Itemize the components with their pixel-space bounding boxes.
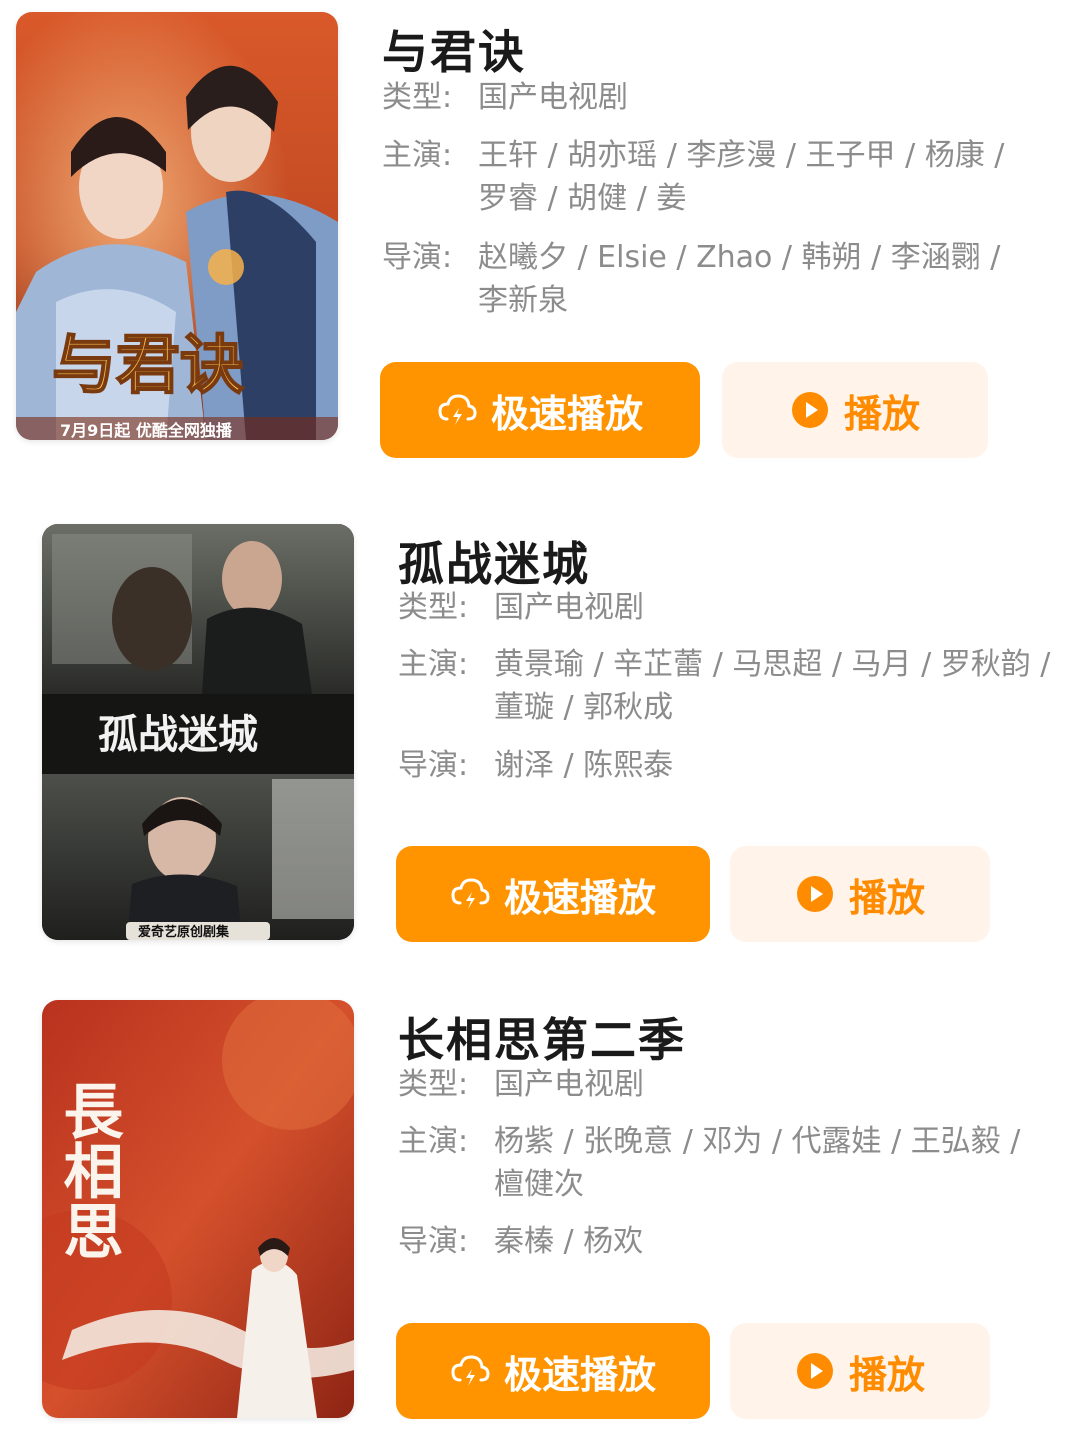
cloud-speed-icon [450, 1351, 490, 1391]
type-value: 国产电视剧 [494, 1067, 644, 1102]
type-row: 类型: 国产电视剧 [398, 586, 1058, 629]
cast-row: 主演: 黄景瑜 / 辛芷蕾 / 马思超 / 马月 / 罗秋韵 / 董璇 / 郭秋… [398, 643, 1058, 729]
cast-value: 黄景瑜 / 辛芷蕾 / 马思超 / 马月 / 罗秋韵 / 董璇 / 郭秋成 [494, 647, 1051, 725]
drama-title[interactable]: 与君诀 [382, 16, 526, 82]
drama-title[interactable]: 孤战迷城 [398, 528, 590, 594]
type-label: 类型: [398, 1067, 469, 1102]
cast-row: 主演: 杨紫 / 张晚意 / 邓为 / 代露娃 / 王弘毅 / 檀健次 [398, 1120, 1058, 1206]
director-value: 赵曦夕 / Elsie / Zhao / 韩朔 / 李涵翾 / 李新泉 [478, 240, 1001, 318]
cloud-speed-icon [450, 874, 490, 914]
drama-title[interactable]: 长相思第二季 [398, 1004, 686, 1070]
poster-caption: 爱奇艺原创剧集 [138, 924, 230, 940]
type-value: 国产电视剧 [494, 590, 644, 625]
type-row: 类型: 国产电视剧 [398, 1063, 1058, 1106]
play-button[interactable]: 播放 [730, 846, 990, 942]
director-label: 导演: [398, 748, 469, 783]
poster-image[interactable]: 長相思 [42, 1000, 354, 1418]
play-circle-icon [795, 874, 835, 914]
cloud-speed-icon [437, 390, 477, 430]
director-row: 导演: 秦榛 / 杨欢 [398, 1220, 1058, 1263]
director-row: 导演: 谢泽 / 陈熙泰 [398, 744, 1058, 787]
type-row: 类型: 国产电视剧 [382, 76, 1042, 119]
poster-title-text: 孤战迷城 [98, 711, 258, 758]
cast-label: 主演: [398, 647, 469, 682]
type-label: 类型: [382, 80, 453, 115]
poster-image[interactable]: 孤战迷城 爱奇艺原创剧集 [42, 524, 354, 940]
poster-title-text: 長相思 [53, 1080, 123, 1260]
play-circle-icon [790, 390, 830, 430]
play-label: 播放 [848, 875, 925, 920]
poster-caption: 7月9日起 优酷全网独播 [60, 421, 233, 440]
cast-value: 杨紫 / 张晚意 / 邓为 / 代露娃 / 王弘毅 / 檀健次 [494, 1124, 1021, 1202]
director-row: 导演: 赵曦夕 / Elsie / Zhao / 韩朔 / 李涵翾 / 李新泉 [382, 236, 1042, 322]
fast-play-label: 极速播放 [490, 391, 643, 436]
play-label: 播放 [848, 1352, 925, 1397]
play-button[interactable]: 播放 [730, 1323, 990, 1419]
fast-play-button[interactable]: 极速播放 [396, 846, 710, 942]
fast-play-button[interactable]: 极速播放 [380, 362, 700, 458]
fast-play-label: 极速播放 [503, 1352, 656, 1397]
play-button[interactable]: 播放 [722, 362, 988, 458]
director-label: 导演: [382, 240, 453, 275]
director-value: 秦榛 / 杨欢 [494, 1224, 644, 1259]
poster-image[interactable]: 与君诀 7月9日起 优酷全网独播 [16, 12, 338, 440]
cast-value: 王轩 / 胡亦瑶 / 李彦漫 / 王子甲 / 杨康 / 罗睿 / 胡健 / 姜 [478, 138, 1005, 216]
director-label: 导演: [398, 1224, 469, 1259]
type-value: 国产电视剧 [478, 80, 628, 115]
director-value: 谢泽 / 陈熙泰 [494, 748, 674, 783]
fast-play-button[interactable]: 极速播放 [396, 1323, 710, 1419]
play-label: 播放 [843, 391, 920, 436]
poster-title-text: 与君诀 [52, 328, 244, 403]
cast-label: 主演: [398, 1124, 469, 1159]
fast-play-label: 极速播放 [503, 875, 656, 920]
type-label: 类型: [398, 590, 469, 625]
cast-label: 主演: [382, 138, 453, 173]
play-circle-icon [795, 1351, 835, 1391]
cast-row: 主演: 王轩 / 胡亦瑶 / 李彦漫 / 王子甲 / 杨康 / 罗睿 / 胡健 … [382, 134, 1042, 220]
